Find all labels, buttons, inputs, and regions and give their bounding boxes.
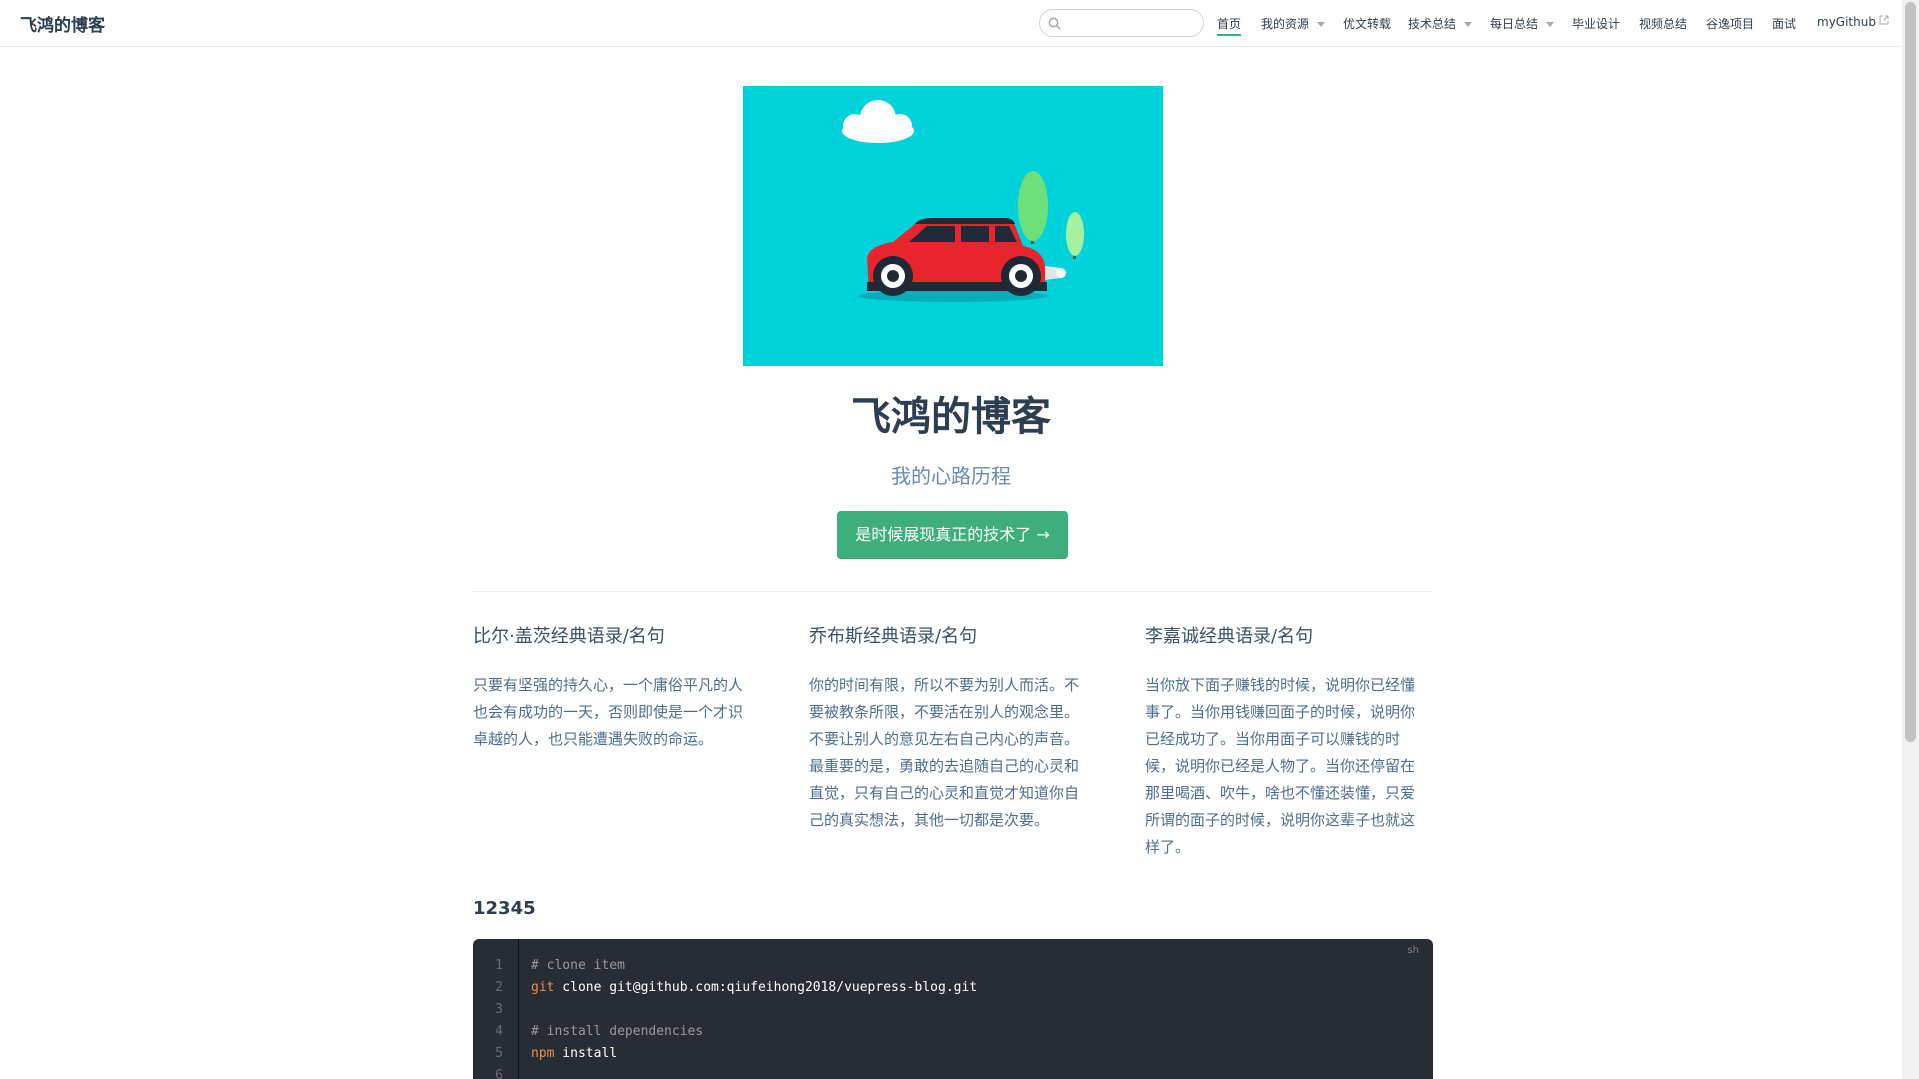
chevron-down-icon [1464,22,1473,27]
feature-line: 那里喝酒、吹牛，啥也不懂还装懂，只爱 [1145,784,1416,802]
nav-item-home[interactable]: 首页 [1217,15,1242,36]
nav-item-videos[interactable]: 视频总结 [1639,15,1687,32]
line-numbers-gutter: 1 2 3 4 5 6 [473,939,519,1079]
site-name-link[interactable]: 飞鸿的博客 [20,11,105,36]
external-link-icon [1879,15,1889,25]
feature-line: 所谓的面子的时候，说明你这辈子也就这 [1145,811,1416,829]
hero-action-button[interactable]: 是时候展现真正的技术了 → [837,511,1068,559]
nav-item-github[interactable]: myGithub [1817,15,1889,29]
code-line: npm install [531,1046,617,1061]
hero-image [743,86,1163,366]
nav-item-label: 每日总结 [1490,17,1539,31]
feature-bill-gates: 比尔·盖茨经典语录/名句 只要有坚强的持久心，一个庸俗平凡的人 也会有成功的一天… [473,622,763,753]
code-line: git clone git@github.com:qiufeihong2018/… [531,980,977,995]
nav-item-label: 优文转载 [1343,17,1392,31]
nav-item-reposts[interactable]: 优文转载 [1343,15,1391,32]
feature-line: 要被教条所限，不要活在别人的观念里。 [809,703,1080,721]
nav-item-projects[interactable]: 谷逸项目 [1706,15,1754,32]
nav-item-label: 首页 [1217,17,1242,31]
code-args: clone git@github.com:qiufeihong2018/vuep… [554,980,978,995]
divider [473,591,1433,592]
feature-details: 只要有坚强的持久心，一个庸俗平凡的人 也会有成功的一天，否则即使是一个才识 卓越… [473,672,763,753]
cloud-icon [842,100,914,143]
feature-details: 你的时间有限，所以不要为别人而活。不 要被教条所限，不要活在别人的观念里。 不要… [809,672,1099,834]
feature-line: 只要有坚强的持久心，一个庸俗平凡的人 [473,676,744,694]
line-number: 2 [495,980,503,995]
feature-line: 卓越的人，也只能遭遇失败的命运。 [473,730,714,748]
feature-title: 比尔·盖茨经典语录/名句 [473,626,665,647]
scrollbar-thumb[interactable] [1905,2,1916,742]
nav-item-interview[interactable]: 面试 [1772,15,1796,32]
nav-item-daily[interactable]: 每日总结 [1490,15,1555,32]
code-language-tag: sh [1407,945,1419,956]
feature-line: 直觉，只有自己的心灵和直觉才知道你自 [809,784,1080,802]
nav-item-resources[interactable]: 我的资源 [1261,15,1326,32]
nav-item-label: 谷逸项目 [1706,17,1755,31]
feature-line: 样了。 [1145,838,1191,856]
code-line: # clone item [531,958,625,973]
line-number: 6 [495,1068,503,1079]
feature-details: 当你放下面子赚钱的时候，说明你已经懂 事了。当你用钱赚回面子的时候，说明你 已经… [1145,672,1435,861]
feature-line: 也会有成功的一天，否则即使是一个才识 [473,703,744,721]
line-number: 4 [495,1024,503,1039]
feature-line: 事了。当你用钱赚回面子的时候，说明你 [1145,703,1416,721]
feature-line: 当你放下面子赚钱的时候，说明你已经懂 [1145,676,1416,694]
feature-line: 已经成功了。当你用面子可以赚钱的时 [1145,730,1401,748]
nav-item-tech[interactable]: 技术总结 [1408,15,1473,32]
line-number: 1 [495,958,503,973]
car-illustration [842,100,1084,302]
nav-item-label: 毕业设计 [1572,17,1621,31]
hero-description: 我的心路历程 [891,464,1011,488]
search-input[interactable] [1039,9,1204,37]
hero-title: 飞鸿的博客 [851,394,1051,440]
navbar: 飞鸿的博客 首页 我的资源 优文转载 技术总结 每日总结 毕业设计 视频总结 谷… [0,0,1902,47]
feature-line: 最重要的是，勇敢的去追随自己的心灵和 [809,757,1080,775]
code-args: install [554,1046,618,1061]
line-number: 5 [495,1046,503,1061]
nav-item-label: 技术总结 [1408,17,1457,31]
nav-item-label: 面试 [1772,17,1797,31]
feature-line: 不要让别人的意见左右自己内心的声音。 [809,730,1080,748]
chevron-down-icon [1546,22,1555,27]
tree-icon [1018,171,1084,259]
code-block: 1 2 3 4 5 6 # clone item git clone git@g… [473,939,1433,1079]
line-number: 3 [495,1002,503,1017]
feature-title: 李嘉诚经典语录/名句 [1145,626,1314,647]
chevron-down-icon [1317,22,1326,27]
search-icon [1048,17,1061,30]
code-command: git [531,980,555,995]
code-command: npm [531,1046,555,1061]
section-heading: 12345 [473,898,536,919]
feature-li-ka-shing: 李嘉诚经典语录/名句 当你放下面子赚钱的时候，说明你已经懂 事了。当你用钱赚回面… [1145,622,1435,861]
feature-line: 你的时间有限，所以不要为别人而活。不 [809,676,1080,694]
nav-item-label: 我的资源 [1261,17,1310,31]
feature-line: 己的真实想法，其他一切都是次要。 [809,811,1050,829]
code-line: # install dependencies [531,1024,704,1039]
nav-item-graduation[interactable]: 毕业设计 [1572,15,1620,32]
feature-title: 乔布斯经典语录/名句 [809,626,978,647]
nav-item-label: 视频总结 [1639,17,1688,31]
feature-steve-jobs: 乔布斯经典语录/名句 你的时间有限，所以不要为别人而活。不 要被教条所限，不要活… [809,622,1099,834]
scrollbar[interactable] [1902,0,1919,1079]
feature-line: 候，说明你已经是人物了。当你还停留在 [1145,757,1416,775]
nav-item-label: myGithub [1817,15,1876,29]
